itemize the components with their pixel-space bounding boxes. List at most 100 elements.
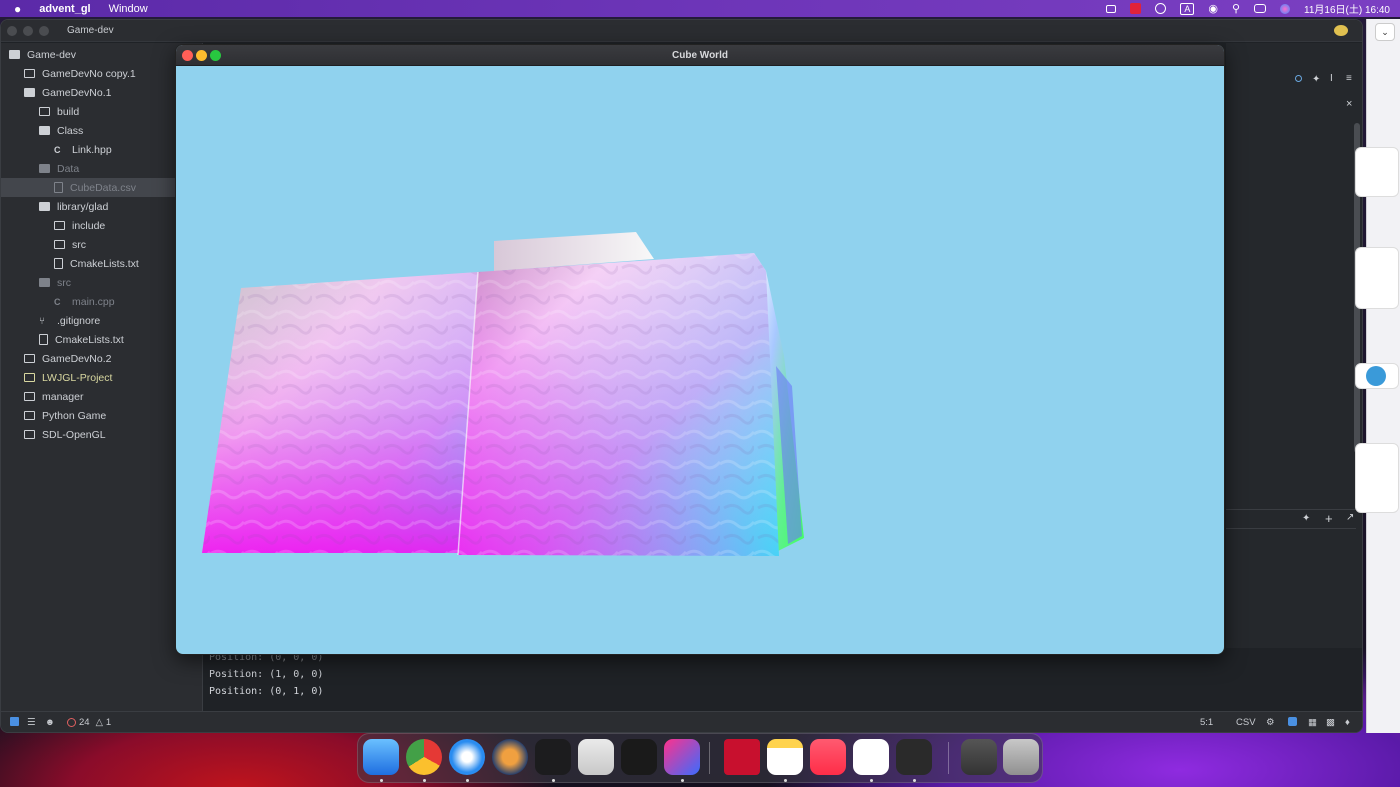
tree-item[interactable]: CmakeLists.txt: [1, 254, 203, 273]
chevron-down-icon[interactable]: ⌄: [1375, 23, 1395, 41]
tree-item[interactable]: SDL-OpenGL: [1, 425, 203, 444]
tree-item[interactable]: ⑂ .gitignore: [1, 311, 203, 330]
notes-icon[interactable]: [767, 739, 803, 775]
console-icon[interactable]: [896, 739, 932, 775]
close-button[interactable]: [182, 50, 193, 61]
tree-item[interactable]: GameDevNo.2: [1, 349, 203, 368]
minimize-button[interactable]: [23, 25, 33, 36]
running-indicator: [913, 779, 916, 782]
tree-item[interactable]: Cmain.cpp: [1, 292, 203, 311]
terminal-toolbar: ✦ + ↗: [1226, 509, 1356, 529]
tree-item[interactable]: build: [1, 102, 203, 121]
tree-item[interactable]: Data: [1, 159, 203, 178]
terminal-icon[interactable]: [535, 739, 571, 775]
memory-icon[interactable]: ▦: [1308, 717, 1317, 728]
safari-icon[interactable]: [449, 739, 485, 775]
ide-project-title[interactable]: Game-dev: [67, 25, 114, 36]
zoom-button[interactable]: [210, 50, 221, 61]
minimize-button[interactable]: [196, 50, 207, 61]
side-button[interactable]: [1355, 363, 1399, 389]
side-card: [1355, 443, 1399, 513]
search-icon[interactable]: ⚲: [1232, 2, 1240, 15]
preview-icon[interactable]: [961, 739, 997, 775]
ai-terminal-icon[interactable]: ✦: [1302, 513, 1310, 524]
tree-item[interactable]: Game-dev: [1, 45, 203, 64]
search-icon[interactable]: [1295, 75, 1302, 82]
running-indicator: [380, 779, 383, 782]
menu-window[interactable]: Window: [109, 3, 148, 15]
vscode-icon[interactable]: [853, 739, 889, 775]
expand-icon[interactable]: ↗: [1346, 512, 1354, 523]
zoom-button[interactable]: [39, 25, 49, 36]
settings-icon[interactable]: ≡: [1346, 73, 1352, 84]
dock: [357, 733, 1043, 783]
tree-item[interactable]: C Link.hpp: [1, 140, 203, 159]
menu-app-name[interactable]: advent_gl: [39, 3, 90, 15]
new-terminal-icon[interactable]: +: [1325, 511, 1333, 526]
git-icon: ⑂: [39, 316, 45, 327]
plugin-icon[interactable]: [1288, 717, 1297, 726]
folder-open-icon: [9, 50, 20, 59]
zed-icon[interactable]: [621, 739, 657, 775]
tree-item[interactable]: GameDevNo.1: [1, 83, 203, 102]
mcafee-menu-icon[interactable]: [1130, 3, 1142, 14]
chat-icon[interactable]: ▩: [1326, 717, 1335, 728]
ai-assistant-icon[interactable]: ✦: [1312, 74, 1320, 85]
tree-item[interactable]: Class: [1, 121, 203, 140]
tree-item[interactable]: GameDevNo copy.1: [1, 64, 203, 83]
inspection-icon[interactable]: ⚙: [1266, 717, 1275, 728]
close-button[interactable]: [7, 25, 17, 36]
launchpad-icon[interactable]: [578, 739, 614, 775]
tree-item-label: .gitignore: [57, 314, 101, 327]
tree-item[interactable]: src: [1, 235, 203, 254]
opengl-viewport[interactable]: [176, 66, 1225, 655]
menu-clock[interactable]: 11月16日(土) 16:40: [1304, 1, 1390, 16]
close-panel-icon[interactable]: ×: [1346, 98, 1352, 110]
tree-item[interactable]: CmakeLists.txt: [1, 330, 203, 349]
wifi-icon[interactable]: ◉: [1208, 2, 1218, 15]
tree-item[interactable]: manager: [1, 387, 203, 406]
tree-item[interactable]: src: [1, 273, 203, 292]
tree-item[interactable]: CubeData.csv: [1, 178, 203, 197]
folder-open-icon: [39, 164, 50, 173]
tree-item[interactable]: include: [1, 216, 203, 235]
ide-titlebar: Game-dev: [1, 20, 1362, 42]
tree-item-label: manager: [42, 390, 84, 403]
tree-item[interactable]: LWJGL-Project: [1, 368, 203, 387]
tree-item-label: GameDevNo copy.1: [42, 67, 136, 80]
chrome-icon[interactable]: [406, 739, 442, 775]
problems-indicator[interactable]: 24 △ 1: [67, 717, 111, 728]
lock-icon[interactable]: [1106, 4, 1117, 13]
finder-icon[interactable]: [363, 739, 399, 775]
text-cursor-icon[interactable]: I: [1330, 73, 1333, 84]
ide-account-icon[interactable]: [1334, 25, 1348, 36]
notifications-icon[interactable]: ♦: [1345, 717, 1350, 728]
tree-item[interactable]: library/glad: [1, 197, 203, 216]
blender-icon[interactable]: [492, 739, 528, 775]
tree-item-label: LWJGL-Project: [42, 371, 113, 384]
text-file-icon: [54, 258, 63, 269]
text-file-icon: [39, 334, 48, 345]
intellij-icon[interactable]: [664, 739, 700, 775]
mcafee-icon[interactable]: [724, 739, 760, 775]
tree-item[interactable]: Python Game: [1, 406, 203, 425]
control-center-icon[interactable]: [1254, 4, 1267, 13]
project-view-icon[interactable]: [10, 717, 19, 726]
siri-icon[interactable]: [1280, 3, 1291, 14]
running-indicator: [870, 779, 873, 782]
cursor-position[interactable]: 5:1: [1200, 717, 1213, 728]
running-indicator: [552, 779, 555, 782]
apple-icon[interactable]: ●: [14, 2, 21, 16]
music-icon[interactable]: [810, 739, 846, 775]
folder-open-icon: [39, 126, 50, 135]
cube-window-titlebar[interactable]: Cube World: [176, 45, 1224, 66]
cube-window-title: Cube World: [672, 49, 728, 61]
structure-icon[interactable]: ☰: [27, 717, 36, 728]
tree-item-label: GameDevNo.2: [42, 352, 112, 365]
play-icon[interactable]: [1155, 3, 1167, 14]
file-type[interactable]: CSV: [1236, 717, 1256, 728]
input-method-indicator[interactable]: A: [1180, 2, 1195, 15]
trash-icon[interactable]: [1003, 739, 1039, 775]
people-icon[interactable]: ☻: [45, 717, 55, 728]
tree-item-label: main.cpp: [72, 295, 115, 308]
